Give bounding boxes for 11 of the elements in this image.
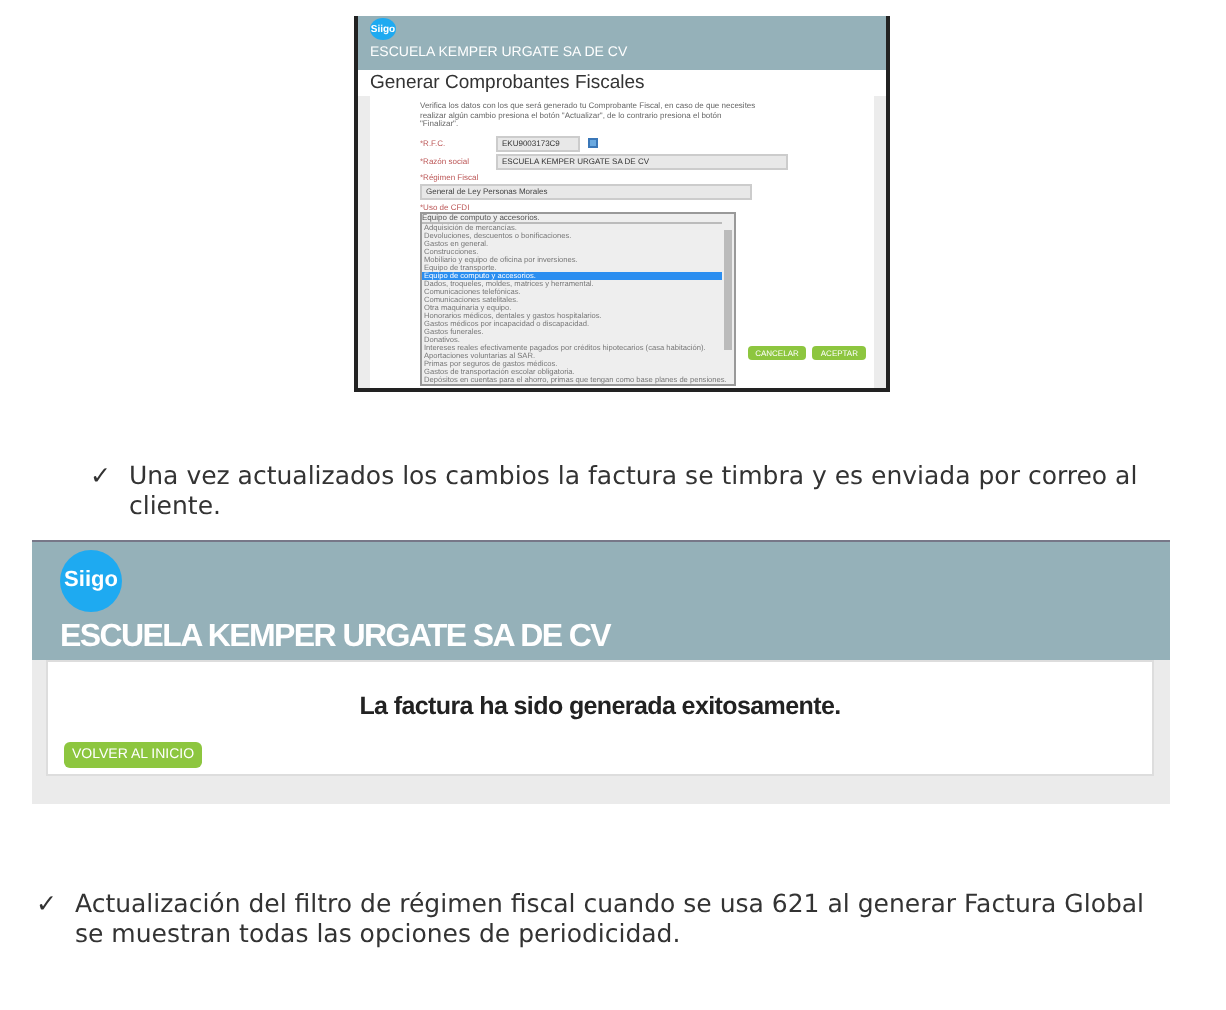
company-name: ESCUELA KEMPER URGATE SA DE CV	[60, 619, 613, 656]
checkbox-icon[interactable]	[588, 138, 598, 148]
check-mark: ✓	[36, 887, 57, 922]
dropdown-list[interactable]	[420, 211, 736, 386]
bullet-text: Actualización del filtro de régimen fiscal cuando se usa 621 al generar Factura Global se muestran todas las opciones de periodicidad.	[74, 887, 1147, 948]
bullet-text: Una vez actualizados los cambios la factura se timbra y es enviada por correo al cliente.	[128, 459, 1140, 520]
success-message: La factura ha sido generada exitosamente.	[357, 691, 843, 720]
check-mark: ✓	[90, 459, 111, 494]
page-title: Generar Comprobantes Fiscales	[358, 70, 886, 96]
siigo-logo: Siigo	[60, 549, 122, 612]
scrollbar[interactable]	[724, 229, 732, 349]
